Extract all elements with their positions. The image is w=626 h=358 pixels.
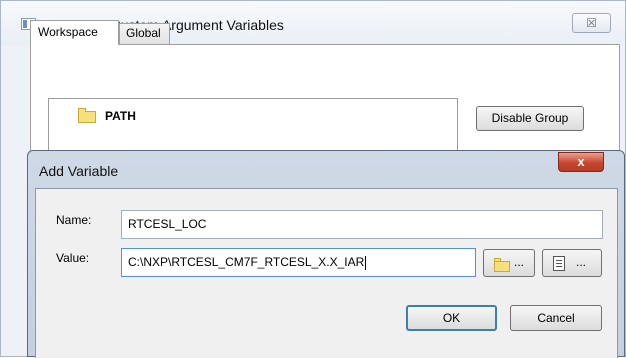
tree-item-path[interactable]: PATH (105, 109, 136, 123)
tab-workspace[interactable]: Workspace (30, 20, 119, 45)
disable-group-button[interactable]: Disable Group (476, 106, 584, 131)
folder-icon (78, 108, 96, 123)
cancel-button[interactable]: Cancel (510, 305, 602, 331)
add-variable-close-button[interactable]: x (558, 152, 604, 172)
document-icon (553, 256, 565, 271)
add-variable-dialog-body: Name: RTCESL_LOC Value: C:\NXP\RTCESL_CM… (35, 188, 618, 358)
text-caret (365, 255, 367, 270)
add-variable-dialog: Add Variable x Name: RTCESL_LOC Value: C… (27, 150, 625, 358)
outer-close-button[interactable]: ☒ (572, 13, 611, 33)
add-variable-dialog-title: Add Variable (39, 163, 119, 179)
value-input-text: C:\NXP\RTCESL_CM7F_RTCESL_X.X_IAR (128, 255, 365, 269)
browse-file-button[interactable]: ... (542, 249, 602, 277)
value-input[interactable]: C:\NXP\RTCESL_CM7F_RTCESL_X.X_IAR (121, 248, 476, 277)
browse-file-dots: ... (576, 255, 587, 269)
ok-button[interactable]: OK (406, 305, 497, 331)
tab-global[interactable]: Global (119, 23, 170, 45)
browse-folder-dots: ... (514, 255, 525, 269)
folder-icon (494, 258, 510, 272)
value-label: Value: (56, 251, 90, 265)
name-input[interactable]: RTCESL_LOC (121, 210, 603, 239)
browse-folder-button[interactable]: ... (483, 249, 535, 277)
name-label: Name: (56, 213, 92, 227)
